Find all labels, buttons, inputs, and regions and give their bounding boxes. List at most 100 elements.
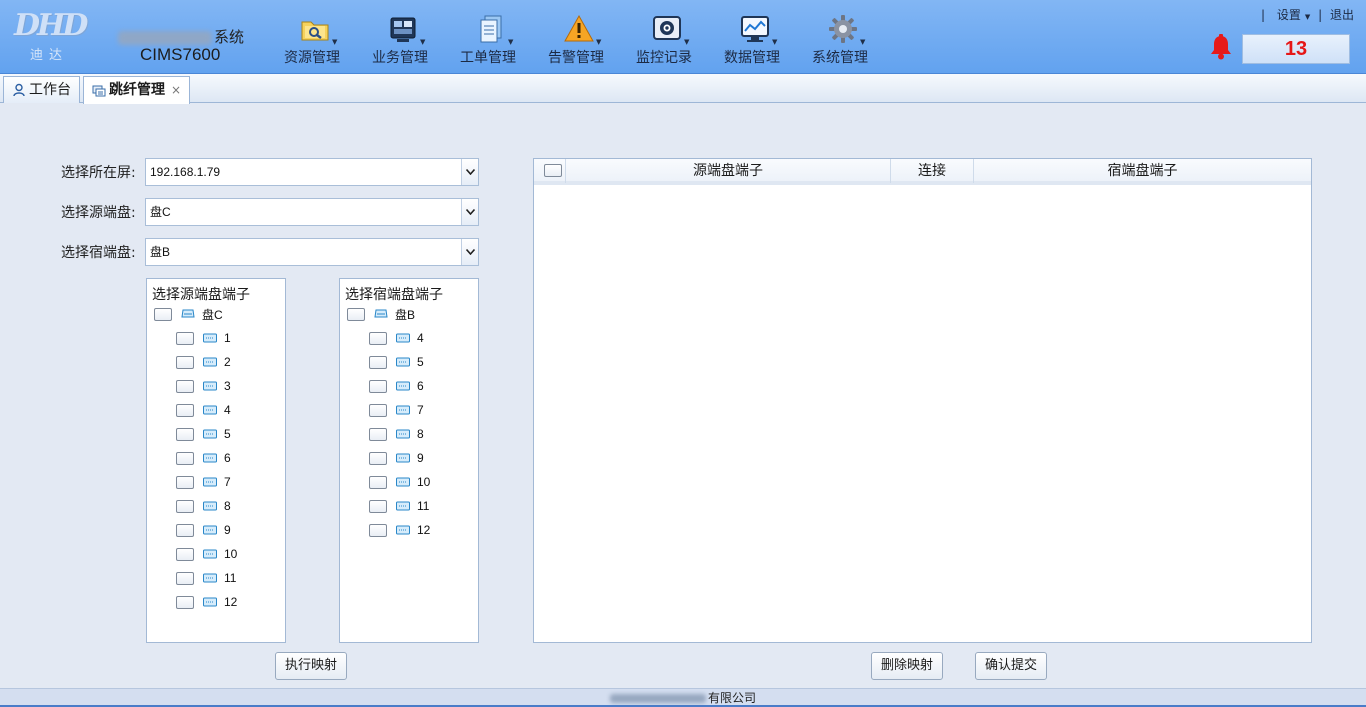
dest-disk-label: 选择宿端盘: [61, 245, 136, 261]
checkbox[interactable] [176, 475, 194, 489]
tree-port-item[interactable]: 10 [176, 544, 237, 564]
port-label: 2 [224, 355, 231, 369]
tree-port-item[interactable]: 3 [176, 376, 231, 396]
port-label: 11 [417, 499, 430, 513]
checkbox[interactable] [176, 355, 194, 369]
select-all-checkbox[interactable] [543, 164, 562, 177]
checkbox[interactable] [176, 451, 194, 465]
port-icon [203, 381, 217, 391]
select-all-cell [534, 159, 566, 183]
alarm-count-badge[interactable]: 13 [1242, 34, 1350, 64]
tree-port-item[interactable]: 6 [176, 448, 231, 468]
chart-monitor-icon [741, 16, 769, 42]
nav-work-order-management[interactable]: ▼ 工单管理 [448, 10, 536, 68]
tree-port-item[interactable]: 10 [369, 472, 430, 492]
checkbox[interactable] [369, 331, 387, 345]
checkbox[interactable] [347, 307, 365, 321]
tree-port-item[interactable]: 4 [369, 328, 424, 348]
tree-port-item[interactable]: 2 [176, 352, 231, 372]
nav-caret-icon: ▼ [596, 38, 602, 46]
checkbox[interactable] [176, 523, 194, 537]
nav-data-management[interactable]: ▼ 数据管理 [712, 10, 800, 68]
nav-alarm-management[interactable]: ▼ 告警管理 [536, 10, 624, 68]
checkbox[interactable] [369, 379, 387, 393]
tree-port-item[interactable]: 5 [369, 352, 424, 372]
port-label: 3 [224, 379, 231, 393]
checkbox[interactable] [369, 499, 387, 513]
nav-resource-management[interactable]: ▼ 资源管理 [272, 10, 360, 68]
port-icon [203, 501, 217, 511]
column-header-link[interactable]: 连接 [891, 159, 974, 183]
logo-mark: DHD [14, 8, 88, 43]
tree-port-item[interactable]: 9 [176, 520, 231, 540]
column-header-source[interactable]: 源端盘端子 [566, 159, 891, 183]
tree-port-item[interactable]: 6 [369, 376, 424, 396]
tree-port-item[interactable]: 12 [369, 520, 430, 540]
port-icon [396, 477, 410, 487]
port-label: 5 [224, 427, 231, 441]
tab-workbench[interactable]: 工作台 [3, 76, 80, 103]
chevron-down-icon[interactable] [461, 159, 478, 185]
warning-icon [564, 14, 594, 42]
tree-port-item[interactable]: 4 [176, 400, 231, 420]
tree-root-disk[interactable]: 盘C [154, 304, 223, 324]
port-label: 6 [417, 379, 424, 393]
tree-port-item[interactable]: 5 [176, 424, 231, 444]
port-icon [396, 453, 410, 463]
checkbox[interactable] [369, 427, 387, 441]
screen-label: 选择所在屏: [61, 165, 136, 181]
tree-port-item[interactable]: 7 [369, 400, 424, 420]
checkbox[interactable] [176, 403, 194, 417]
confirm-submit-button[interactable]: 确认提交 [975, 652, 1047, 680]
redacted-system-name [118, 30, 212, 45]
tree-port-item[interactable]: 9 [369, 448, 424, 468]
source-disk-select[interactable]: 盘C [145, 198, 479, 226]
checkbox[interactable] [369, 523, 387, 537]
top-links: | 设置 ▼ | 退出 [1257, 6, 1354, 23]
nav-monitor-records[interactable]: ▼ 监控记录 [624, 10, 712, 68]
checkbox[interactable] [176, 547, 194, 561]
screen-select[interactable]: 192.168.1.79 [145, 158, 479, 186]
checkbox[interactable] [176, 595, 194, 609]
redacted-company-name [609, 694, 706, 703]
checkbox[interactable] [176, 379, 194, 393]
execute-mapping-button[interactable]: 执行映射 [275, 652, 347, 680]
work-order-icon [480, 15, 502, 43]
tree-port-item[interactable]: 8 [369, 424, 424, 444]
separator: | [1261, 8, 1266, 22]
checkbox[interactable] [176, 331, 194, 345]
tree-root-disk[interactable]: 盘B [347, 304, 415, 324]
checkbox[interactable] [369, 475, 387, 489]
nav-label: 资源管理 [284, 50, 340, 66]
nav-system-management[interactable]: ▼ 系统管理 [800, 10, 888, 68]
checkbox[interactable] [176, 499, 194, 513]
port-label: 12 [417, 523, 431, 537]
tree-port-item[interactable]: 7 [176, 472, 231, 492]
alarm-bell-icon[interactable] [1210, 34, 1232, 60]
separator: | [1318, 8, 1323, 22]
tab-fiber-jump-management[interactable]: 跳纤管理 × [83, 76, 191, 104]
checkbox[interactable] [176, 571, 194, 585]
dest-disk-select[interactable]: 盘B [145, 238, 479, 266]
system-code: CIMS7600 [140, 45, 221, 64]
nav-label: 业务管理 [372, 50, 428, 66]
tree-port-item[interactable]: 11 [176, 568, 236, 588]
tree-port-item[interactable]: 11 [369, 496, 429, 516]
checkbox[interactable] [369, 355, 387, 369]
tree-port-item[interactable]: 12 [176, 592, 237, 612]
settings-link[interactable]: 设置 ▼ [1273, 8, 1310, 22]
nav-business-management[interactable]: ▼ 业务管理 [360, 10, 448, 68]
logout-link[interactable]: 退出 [1330, 8, 1354, 22]
chevron-down-icon[interactable] [461, 199, 478, 225]
column-header-dest[interactable]: 宿端盘端子 [974, 159, 1311, 183]
chevron-down-icon[interactable] [461, 239, 478, 265]
close-icon[interactable]: × [171, 78, 181, 103]
checkbox[interactable] [369, 451, 387, 465]
checkbox[interactable] [176, 427, 194, 441]
checkbox[interactable] [154, 307, 172, 321]
tree-port-item[interactable]: 1 [176, 328, 231, 348]
checkbox[interactable] [369, 403, 387, 417]
delete-mapping-button[interactable]: 删除映射 [871, 652, 943, 680]
tree-port-item[interactable]: 8 [176, 496, 231, 516]
nav-label: 系统管理 [812, 50, 868, 66]
